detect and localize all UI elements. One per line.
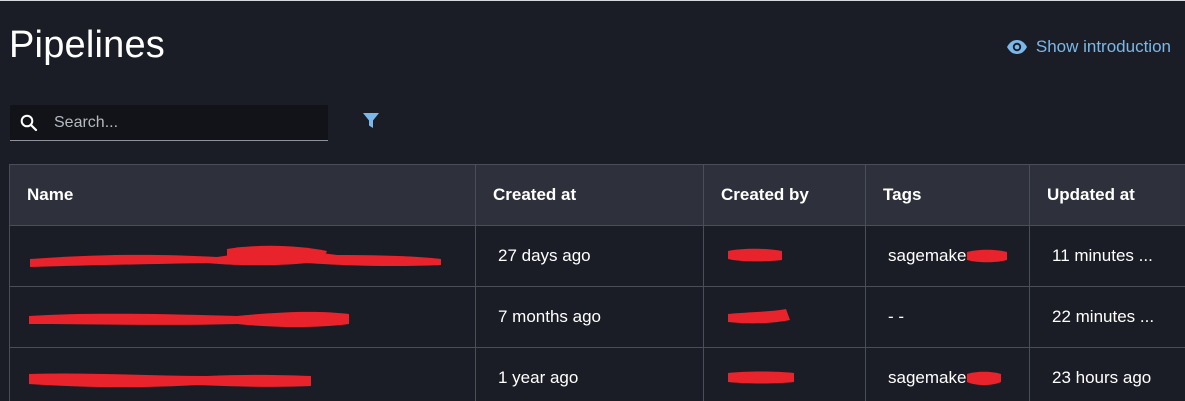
page-title: Pipelines: [9, 24, 166, 66]
created-at-cell: 7 months ago: [476, 287, 704, 347]
created-by-cell: [704, 287, 866, 347]
tag-text: sagemake: [888, 368, 967, 387]
updated-at-text: 11 minutes ...: [1052, 246, 1153, 265]
created-at-cell: 27 days ago: [476, 226, 704, 286]
pipeline-name-link[interactable]: [10, 287, 476, 347]
filter-icon: [362, 113, 380, 134]
redaction-mark: [728, 248, 782, 262]
top-divider: [0, 0, 1185, 1]
search-input[interactable]: [52, 112, 306, 133]
redaction-mark: [30, 245, 441, 267]
filter-button[interactable]: [362, 112, 380, 135]
column-header-updated-at[interactable]: Updated at: [1030, 165, 1185, 225]
tags-cell: sagemake: [866, 226, 1030, 286]
search-icon: [20, 114, 38, 132]
show-introduction-link[interactable]: Show introduction: [1006, 37, 1171, 57]
table-row[interactable]: 27 days ago sagemake 11 minutes ...: [10, 225, 1185, 286]
search-box[interactable]: [10, 105, 328, 141]
tags-cell: sagemake: [866, 348, 1030, 401]
redaction-mark: [29, 311, 349, 327]
redaction-mark: [967, 249, 1008, 263]
tag-text: sagemake: [888, 246, 967, 265]
column-header-created-at[interactable]: Created at: [476, 165, 704, 225]
table-header: Name Created at Created by Tags Updated …: [10, 165, 1185, 225]
updated-at-cell: 23 hours ago: [1030, 348, 1185, 401]
pipelines-page: Pipelines Show introduction N: [0, 0, 1185, 401]
redaction-mark: [728, 371, 794, 384]
table-row[interactable]: 7 months ago - - 22 minutes ...: [10, 286, 1185, 347]
table-row[interactable]: 1 year ago sagemake 23 hours ago: [10, 347, 1185, 401]
updated-at-text: 22 minutes ...: [1052, 307, 1155, 326]
column-header-tags[interactable]: Tags: [866, 165, 1030, 225]
eye-icon: [1006, 39, 1028, 55]
redaction-mark: [29, 373, 311, 388]
redaction-mark: [967, 371, 1002, 385]
redaction-mark: [728, 309, 790, 324]
created-by-cell: [704, 226, 866, 286]
created-by-cell: [704, 348, 866, 401]
created-at-cell: 1 year ago: [476, 348, 704, 401]
updated-at-cell: 22 minutes ...: [1030, 287, 1185, 347]
tags-cell: - -: [866, 287, 1030, 347]
column-header-created-by[interactable]: Created by: [704, 165, 866, 225]
pipeline-name-link[interactable]: [10, 226, 476, 286]
pipeline-name-link[interactable]: [10, 348, 476, 401]
pipelines-table: Name Created at Created by Tags Updated …: [9, 164, 1185, 401]
column-header-name[interactable]: Name: [10, 165, 476, 225]
show-introduction-label: Show introduction: [1035, 37, 1171, 56]
updated-at-cell: 11 minutes ...: [1030, 226, 1185, 286]
